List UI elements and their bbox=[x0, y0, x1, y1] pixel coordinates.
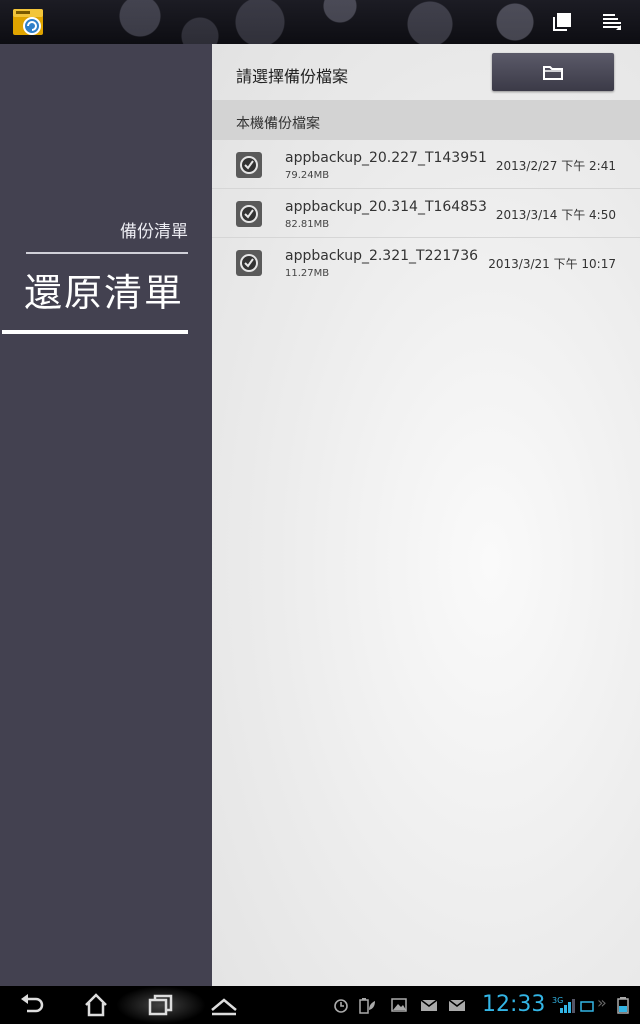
backup-date: 2013/2/27 下午 2:41 bbox=[495, 159, 616, 173]
backup-size: 79.24MB bbox=[285, 170, 330, 181]
mail-icon bbox=[448, 999, 466, 1011]
content-header: 請選擇備份檔案 bbox=[212, 44, 640, 100]
main-content: 請選擇備份檔案 本機備份檔案 appbackup_20.227_T143951 … bbox=[212, 44, 640, 986]
section-label-local-backups: 本機備份檔案 bbox=[236, 116, 320, 132]
folder-icon bbox=[543, 66, 563, 80]
image-icon bbox=[391, 998, 407, 1012]
back-icon[interactable] bbox=[18, 992, 46, 1018]
stack-icon[interactable] bbox=[550, 10, 574, 34]
overflow-menu-icon[interactable] bbox=[600, 10, 624, 34]
backup-name: appbackup_20.227_T143951 bbox=[285, 150, 487, 166]
sidebar-item-restore-list[interactable]: 還原清單 bbox=[24, 262, 184, 317]
choose-backup-label: 請選擇備份檔案 bbox=[236, 67, 349, 86]
more-indicator-icon: » bbox=[597, 993, 607, 1012]
signal-icon bbox=[560, 999, 575, 1013]
sidebar-divider bbox=[26, 252, 188, 254]
system-bar: 12:33 3G » bbox=[0, 986, 640, 1024]
backup-list: appbackup_20.227_T143951 79.24MB 2013/2/… bbox=[212, 140, 640, 286]
list-item[interactable]: appbackup_2.321_T221736 11.27MB 2013/3/2… bbox=[212, 238, 640, 286]
clock: 12:33 bbox=[482, 992, 546, 1017]
sidebar: 備份清單 還原清單 bbox=[0, 44, 212, 986]
dock-icon bbox=[580, 1001, 594, 1012]
backup-clock-icon bbox=[236, 201, 262, 227]
list-item[interactable]: appbackup_20.314_T164853 82.81MB 2013/3/… bbox=[212, 189, 640, 238]
menu-up-icon[interactable] bbox=[210, 992, 238, 1018]
battery-leaf-icon bbox=[359, 998, 375, 1014]
backup-clock-icon bbox=[236, 250, 262, 276]
backup-clock-icon bbox=[236, 152, 262, 178]
sidebar-selected-indicator bbox=[2, 330, 188, 334]
action-bar bbox=[0, 0, 640, 44]
alarm-icon bbox=[334, 999, 348, 1013]
list-item[interactable]: appbackup_20.227_T143951 79.24MB 2013/2/… bbox=[212, 140, 640, 189]
sidebar-item-backup-list[interactable]: 備份清單 bbox=[120, 217, 188, 242]
backup-size: 82.81MB bbox=[285, 219, 330, 230]
backup-date: 2013/3/21 下午 10:17 bbox=[488, 257, 616, 271]
browse-folder-button[interactable] bbox=[492, 53, 614, 91]
battery-icon bbox=[617, 997, 629, 1014]
recent-apps-icon[interactable] bbox=[146, 992, 174, 1018]
section-header: 本機備份檔案 bbox=[212, 100, 640, 140]
backup-size: 11.27MB bbox=[285, 268, 330, 279]
app-backup-icon[interactable] bbox=[12, 6, 46, 38]
backup-name: appbackup_2.321_T221736 bbox=[285, 248, 479, 264]
mail-icon bbox=[420, 999, 438, 1011]
home-icon[interactable] bbox=[82, 992, 110, 1018]
backup-name: appbackup_20.314_T164853 bbox=[285, 199, 487, 215]
backup-date: 2013/3/14 下午 4:50 bbox=[495, 208, 616, 222]
